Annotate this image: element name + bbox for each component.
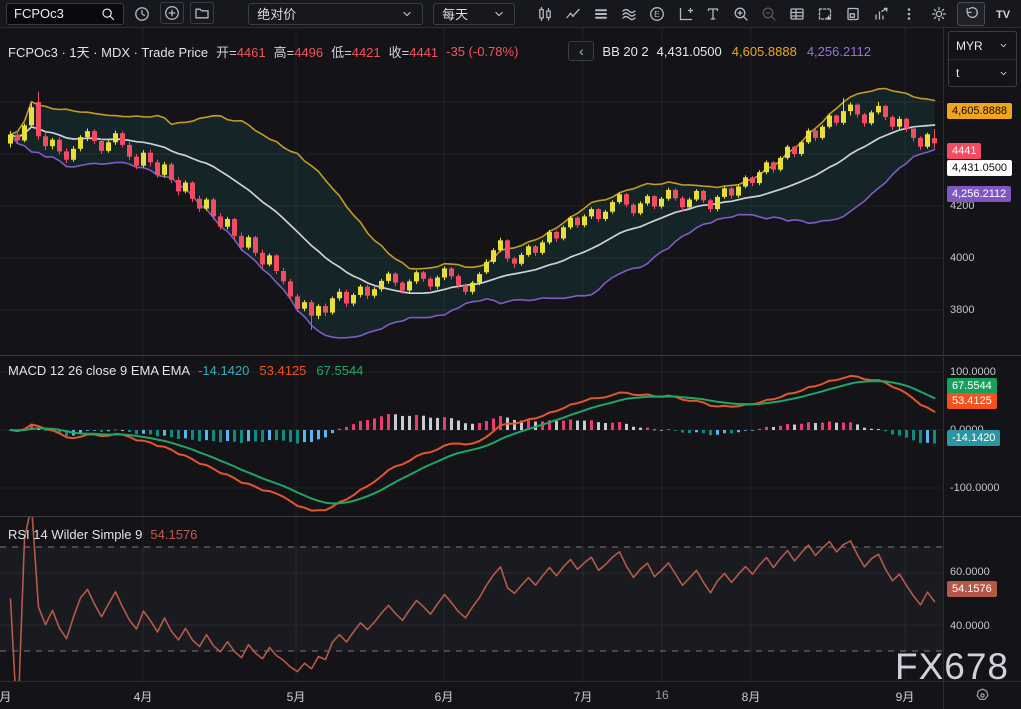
- currency-unit-box: MYR t: [948, 31, 1017, 87]
- rsi-band: [0, 547, 943, 651]
- collapse-indicator-button[interactable]: ‹: [568, 41, 594, 61]
- price-pane[interactable]: [0, 28, 943, 356]
- macd-pane[interactable]: [0, 356, 943, 517]
- price-badge: 4,431.0500: [947, 160, 1012, 176]
- toolbar-right-buttons: TV: [927, 2, 1015, 26]
- ohlc-field: 高=4496: [274, 42, 324, 61]
- symbol-search[interactable]: FCPOc3: [6, 3, 124, 25]
- bb-legend-title: BB 20 2: [602, 44, 648, 59]
- bb-value: 4,605.8888: [732, 44, 797, 59]
- top-toolbar: FCPOc3 绝对价 每天 E TV: [0, 0, 1021, 28]
- interval-label: 每天: [442, 4, 468, 23]
- currency-label: MYR: [956, 39, 983, 53]
- undo-icon[interactable]: [957, 2, 985, 26]
- price-badge: 4,256.2112: [947, 186, 1011, 202]
- scale-label: 3800: [950, 303, 974, 317]
- time-label: 3月: [0, 688, 11, 705]
- change-value: -35 (-0.78%): [446, 44, 518, 59]
- folder-icon[interactable]: [190, 2, 214, 24]
- unit-label: t: [956, 66, 959, 80]
- watermark: FX678: [895, 646, 1009, 688]
- scale-label: 40.0000: [950, 619, 990, 633]
- image-icon[interactable]: [841, 2, 865, 26]
- rsi-legend-value: 54.1576: [150, 527, 197, 542]
- price-badge: -14.1420: [947, 430, 1000, 446]
- time-label: 16: [655, 688, 668, 702]
- price-badge: 67.5544: [947, 378, 997, 394]
- rsi-legend: RSI 14 Wilder Simple 9 54.1576: [8, 527, 197, 542]
- screenshot-icon[interactable]: [813, 2, 837, 26]
- toolbar-main-buttons: E: [533, 2, 921, 26]
- price-badge: 4441: [947, 143, 981, 159]
- zoom-in-icon[interactable]: [729, 2, 753, 26]
- table-icon[interactable]: [785, 2, 809, 26]
- macd-legend: MACD 12 26 close 9 EMA EMA -14.1420 53.41…: [8, 363, 363, 378]
- toolbar-left-buttons: [130, 2, 214, 26]
- ohlc-field: 收=4441: [389, 42, 439, 61]
- time-label: 7月: [574, 688, 593, 705]
- time-axis[interactable]: 3月 4月 5月 6月 7月 16 8月 9月: [0, 681, 1021, 709]
- bar-chart-icon[interactable]: [869, 2, 893, 26]
- settings-icon[interactable]: [927, 2, 951, 26]
- bb-value: 4,431.0500: [657, 44, 722, 59]
- add-circle-icon[interactable]: [160, 2, 184, 24]
- text-tool-icon[interactable]: [701, 2, 725, 26]
- macd-value: -14.1420: [198, 363, 249, 378]
- price-badge: 53.4125: [947, 393, 997, 409]
- bb-value: 4,256.2112: [807, 44, 871, 59]
- symbol-text: FCPOc3: [14, 6, 64, 21]
- search-icon: [100, 6, 116, 22]
- macd-value: 53.4125: [259, 363, 306, 378]
- main-legend: FCPOc3 · 1天 · MDX · Trade Price 开=4461 高=…: [8, 41, 871, 61]
- currency-dropdown[interactable]: MYR: [949, 32, 1016, 59]
- symbol-description: FCPOc3 · 1天 · MDX · Trade Price: [8, 42, 208, 61]
- time-axis-settings-icon[interactable]: [974, 687, 991, 704]
- scale-label: -100.0000: [950, 481, 1000, 495]
- ohlc-field: 低=4421: [331, 42, 381, 61]
- events-icon[interactable]: E: [645, 2, 669, 26]
- time-label: 6月: [435, 688, 454, 705]
- bb-legend-values: 4,431.0500 4,605.8888 4,256.2112: [657, 44, 871, 59]
- time-label: 5月: [287, 688, 306, 705]
- price-mode-label: 绝对价: [257, 4, 296, 23]
- svg-text:TV: TV: [996, 9, 1011, 21]
- scale-label: 4000: [950, 251, 974, 265]
- chevron-down-icon: [492, 7, 506, 21]
- chevron-down-icon: [400, 7, 414, 21]
- zoom-out-icon[interactable]: [757, 2, 781, 26]
- scale-label: 60.0000: [950, 565, 990, 579]
- bb-fill: [11, 89, 935, 339]
- price-scale[interactable]: MYR t 420040003800100.00000.0000-100.000…: [943, 28, 1021, 681]
- clock-icon[interactable]: [130, 2, 154, 26]
- time-label: 9月: [896, 688, 915, 705]
- chart-app: FCPOc3 绝对价 每天 E TV FCPOc3 · 1天 · MDX · T…: [0, 0, 1021, 709]
- macd-legend-values: -14.1420 53.4125 67.5544: [198, 363, 363, 378]
- price-badge: 54.1576: [947, 581, 997, 597]
- time-label: 4月: [134, 688, 153, 705]
- svg-text:E: E: [654, 9, 660, 19]
- macd-value: 67.5544: [316, 363, 363, 378]
- scale-label: 100.0000: [950, 365, 996, 379]
- ohlc-values: 开=4461 高=4496 低=4421 收=4441: [216, 42, 438, 61]
- rsi-legend-title: RSI 14 Wilder Simple 9: [8, 527, 142, 542]
- chevron-down-icon: [998, 40, 1009, 51]
- time-label: 8月: [742, 688, 761, 705]
- tradingview-logo[interactable]: TV: [991, 2, 1015, 26]
- macd-legend-title: MACD 12 26 close 9 EMA EMA: [8, 363, 190, 378]
- more-icon[interactable]: [897, 2, 921, 26]
- pane-separator[interactable]: [0, 355, 1021, 356]
- indicators-icon[interactable]: [561, 2, 585, 26]
- unit-dropdown[interactable]: t: [949, 59, 1016, 86]
- chart-style-icon[interactable]: [533, 2, 557, 26]
- ohlc-field: 开=4461: [216, 42, 266, 61]
- measure-icon[interactable]: [673, 2, 697, 26]
- chevron-down-icon: [998, 68, 1009, 79]
- price-badge: 4,605.8888: [947, 103, 1012, 119]
- price-mode-dropdown[interactable]: 绝对价: [248, 3, 423, 25]
- pane-separator[interactable]: [0, 516, 1021, 517]
- layers-icon[interactable]: [589, 2, 613, 26]
- interval-dropdown[interactable]: 每天: [433, 3, 515, 25]
- waves-icon[interactable]: [617, 2, 641, 26]
